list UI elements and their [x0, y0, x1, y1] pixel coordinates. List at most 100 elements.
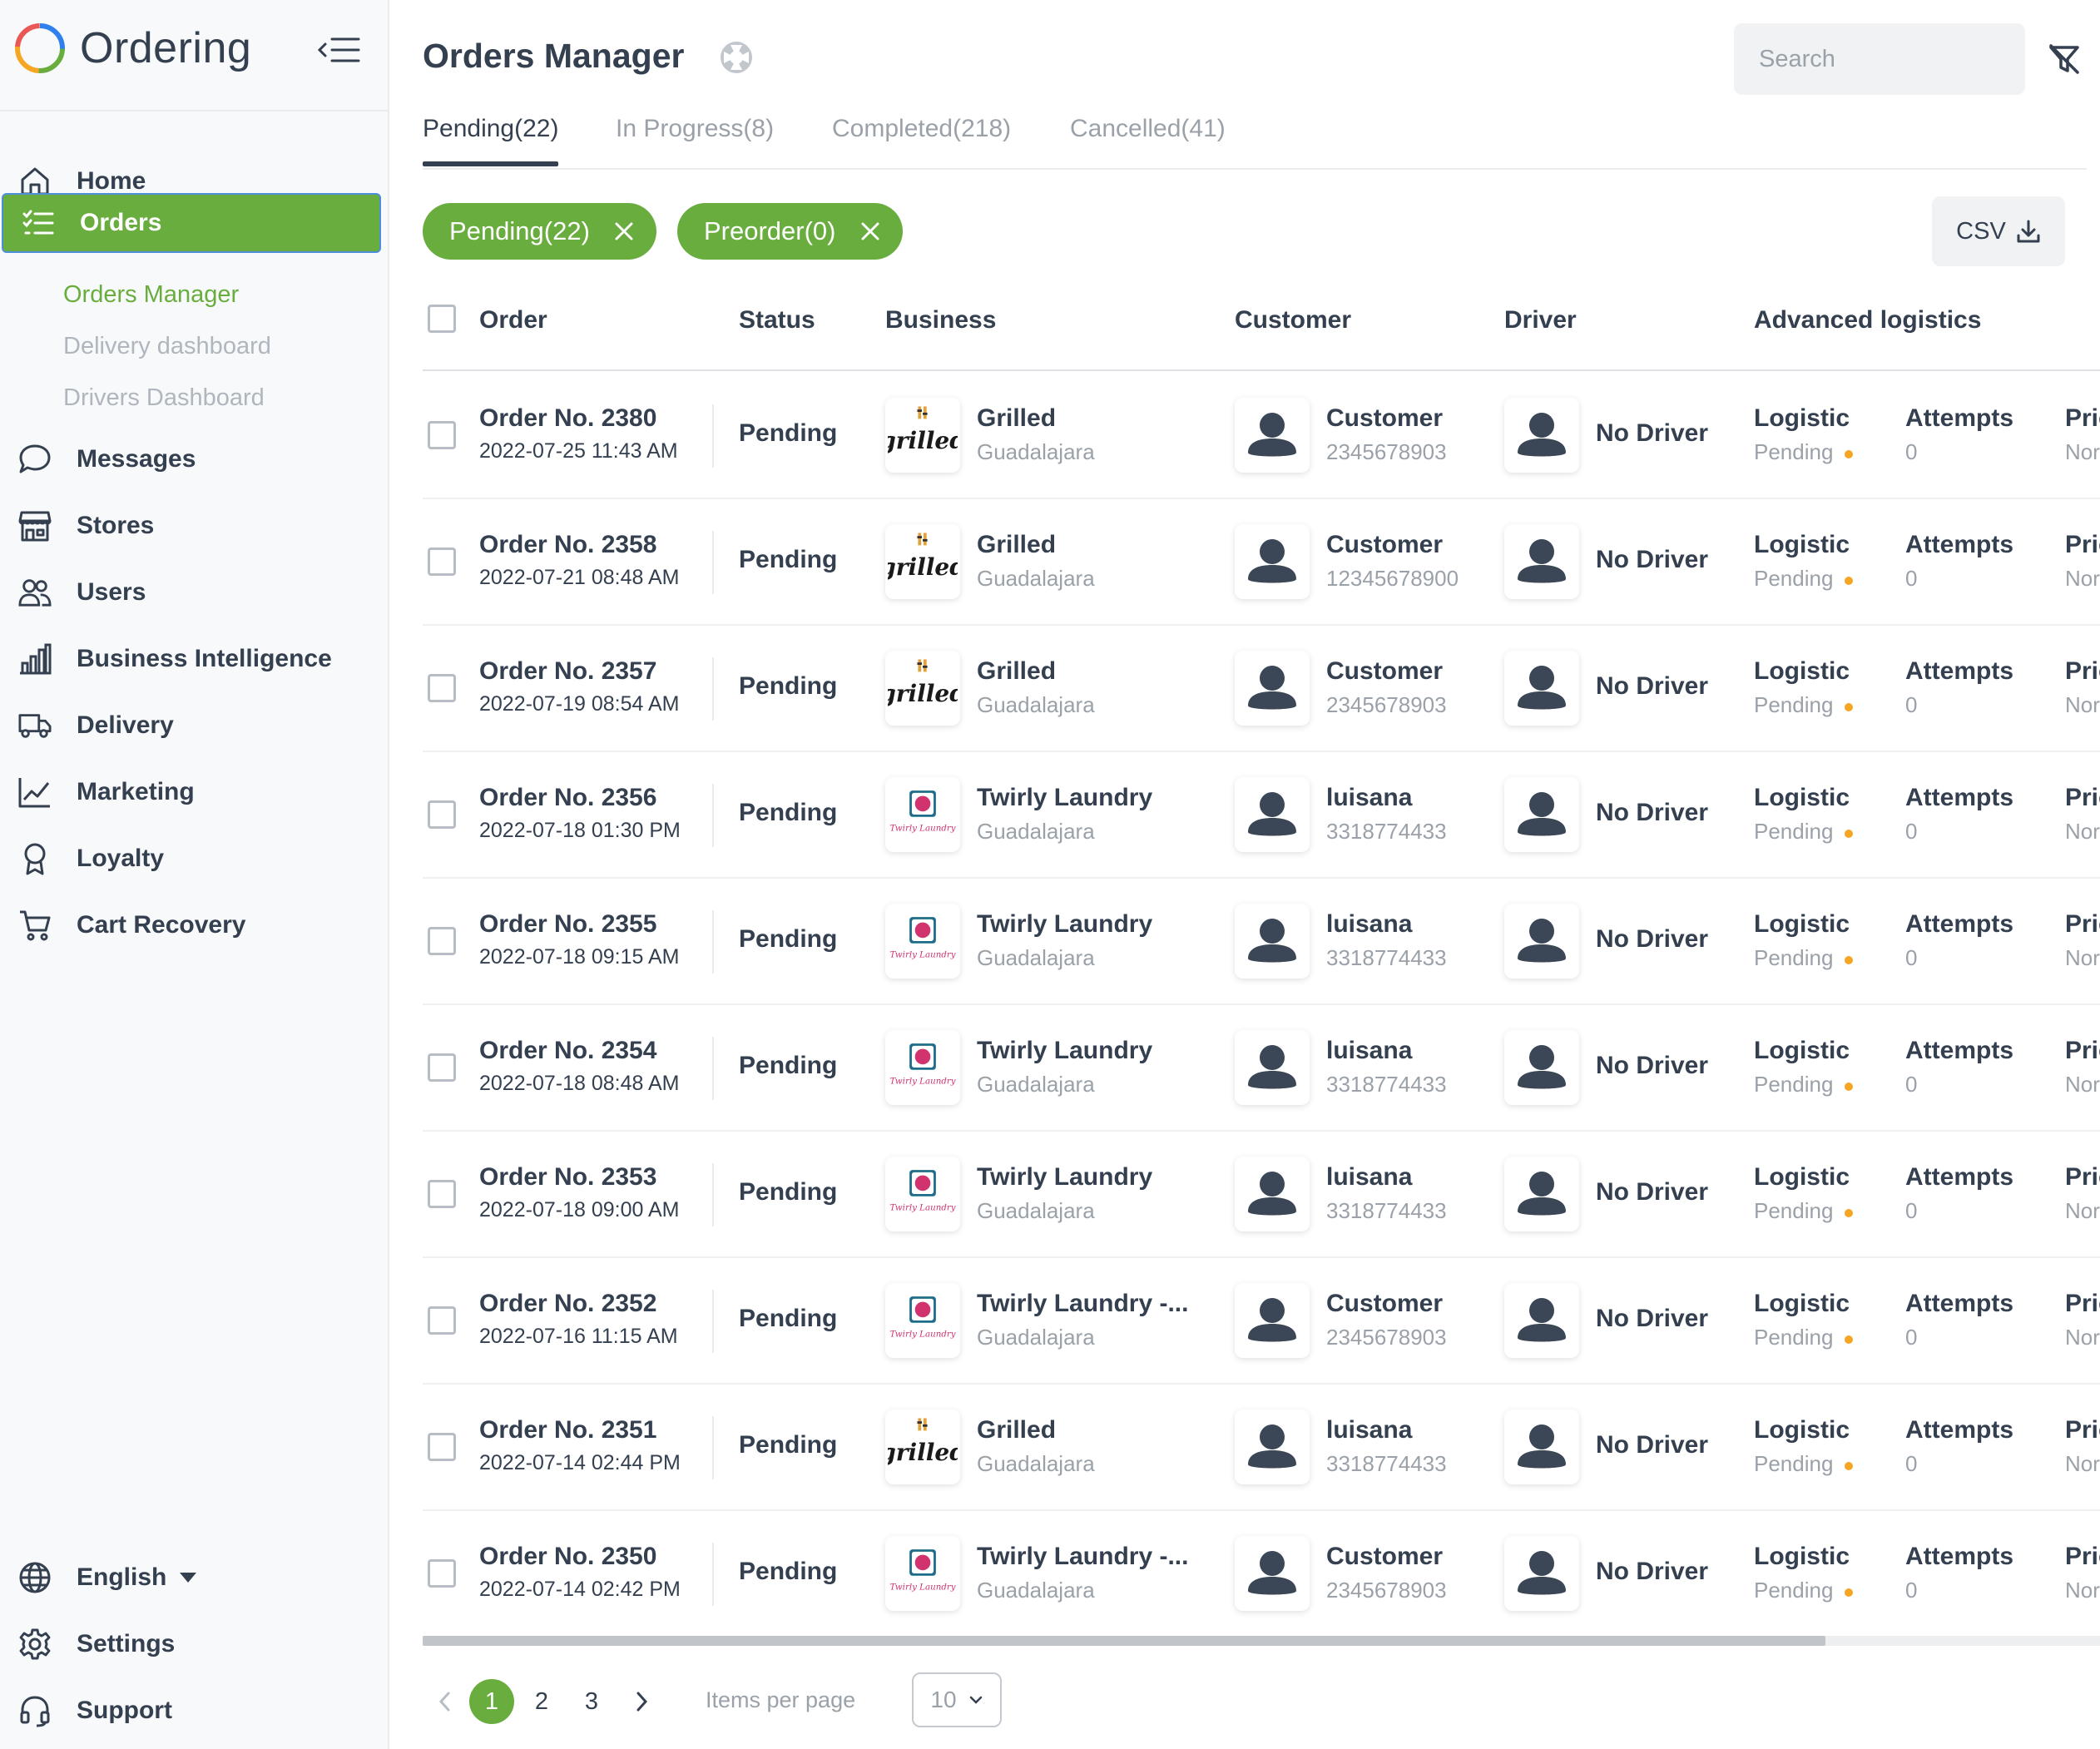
caret-down-icon — [180, 1573, 197, 1583]
chip-label: Pending(22) — [449, 216, 590, 245]
sidebar-item-stores[interactable]: Stores — [0, 499, 388, 552]
status-dot-icon — [1845, 576, 1854, 585]
column-divider — [712, 784, 714, 847]
lifebuoy-help-icon[interactable] — [719, 40, 754, 75]
sidebar-item-orders[interactable]: Orders — [2, 193, 381, 253]
column-header-business[interactable]: Business — [885, 306, 996, 334]
customer-name: luisana — [1326, 910, 1413, 938]
sidebar-item-messages[interactable]: Messages — [0, 433, 388, 486]
driver-avatar-icon — [1504, 651, 1579, 726]
tab-completed[interactable]: Completed(218) — [832, 111, 1011, 161]
priority-label: Priority — [2065, 1163, 2100, 1191]
column-header-order[interactable]: Order — [479, 306, 547, 334]
row-checkbox[interactable] — [428, 1433, 456, 1461]
table-row[interactable]: Order No. 2352 2022-07-16 11:15 AM Pending… — [423, 1258, 2100, 1385]
search-input[interactable] — [1759, 45, 2073, 73]
order-date: 2022-07-14 02:44 PM — [479, 1451, 681, 1474]
clear-filter-button[interactable] — [2045, 40, 2083, 78]
laundry-logo-icon: Twirly Laundry — [885, 1283, 960, 1358]
business-name: Grilled — [977, 531, 1057, 558]
next-page-button[interactable] — [619, 1679, 664, 1724]
sidebar-item-users[interactable]: Users — [0, 566, 388, 619]
sidebar-subitem-drivers-dashboard[interactable]: Drivers Dashboard — [63, 381, 265, 414]
customer-phone: 3318774433 — [1326, 819, 1447, 844]
order-status: Pending — [739, 1305, 838, 1332]
sidebar-item-delivery[interactable]: Delivery — [0, 699, 388, 752]
column-header-driver[interactable]: Driver — [1504, 306, 1577, 334]
sidebar-item-business-intelligence[interactable]: Business Intelligence — [0, 632, 388, 686]
filter-chip-preorder[interactable]: Preorder(0) — [677, 203, 903, 260]
table-row[interactable]: Order No. 2358 2022-07-21 08:48 AM Pending… — [423, 499, 2100, 626]
page-3-button[interactable]: 3 — [569, 1679, 614, 1724]
close-icon[interactable] — [859, 220, 881, 242]
sidebar-subitem-orders-manager[interactable]: Orders Manager — [63, 278, 239, 311]
sidebar-subitem-delivery-dashboard[interactable]: Delivery dashboard — [63, 329, 271, 363]
row-checkbox[interactable] — [428, 421, 456, 449]
select-all-checkbox[interactable] — [428, 305, 456, 333]
close-icon[interactable] — [613, 220, 635, 242]
column-header-customer[interactable]: Customer — [1235, 306, 1351, 334]
table-row[interactable]: Order No. 2356 2022-07-18 01:30 PM Pending… — [423, 752, 2100, 879]
table-row[interactable]: Order No. 2355 2022-07-18 09:15 AM Pending… — [423, 879, 2100, 1005]
sidebar-item-support[interactable]: Support — [0, 1684, 388, 1737]
tab-cancelled[interactable]: Cancelled(41) — [1070, 111, 1226, 161]
driver-name: No Driver — [1596, 672, 1709, 700]
business-name: Twirly Laundry — [977, 1037, 1153, 1064]
horizontal-scrollbar[interactable] — [423, 1636, 2100, 1646]
language-selector[interactable]: English — [0, 1551, 388, 1604]
customer-name: Customer — [1326, 1290, 1444, 1317]
sidebar-item-loyalty[interactable]: Loyalty — [0, 832, 388, 885]
attempts-label: Attempts — [1905, 1543, 2014, 1570]
svg-text:grilled: grilled — [888, 553, 958, 581]
customer-phone: 3318774433 — [1326, 945, 1447, 970]
row-checkbox[interactable] — [428, 1559, 456, 1588]
logistic-label: Logistic — [1754, 1163, 1850, 1191]
items-per-page-select[interactable]: 10 — [912, 1672, 1002, 1727]
table-row[interactable]: Order No. 2380 2022-07-25 11:43 AM Pending… — [423, 373, 2100, 499]
sidebar-item-cart-recovery[interactable]: Cart Recovery — [0, 899, 388, 952]
filter-chip-pending[interactable]: Pending(22) — [423, 203, 656, 260]
scrollbar-thumb[interactable] — [423, 1636, 1825, 1646]
customer-name: luisana — [1326, 1416, 1413, 1444]
business-city: Guadalajara — [977, 1325, 1095, 1350]
brand[interactable]: Ordering — [13, 17, 251, 80]
driver-avatar-icon — [1504, 1536, 1579, 1611]
customer-phone: 3318774433 — [1326, 1072, 1447, 1097]
collapse-sidebar-button[interactable] — [316, 32, 361, 68]
logistic-label: Logistic — [1754, 657, 1850, 685]
table-row[interactable]: Order No. 2350 2022-07-14 02:42 PM Pending… — [423, 1511, 2100, 1638]
row-checkbox[interactable] — [428, 1180, 456, 1208]
search-box — [1734, 23, 2073, 95]
page-2-button[interactable]: 2 — [519, 1679, 564, 1724]
table-row[interactable]: Order No. 2357 2022-07-19 08:54 AM Pending… — [423, 626, 2100, 752]
row-checkbox[interactable] — [428, 927, 456, 955]
sidebar-item-marketing[interactable]: Marketing — [0, 765, 388, 819]
column-divider — [712, 404, 714, 468]
business-city: Guadalajara — [977, 439, 1095, 464]
row-checkbox[interactable] — [428, 1053, 456, 1082]
business-city: Guadalajara — [977, 1198, 1095, 1223]
table-row[interactable]: Order No. 2354 2022-07-18 08:48 AM Pending… — [423, 1005, 2100, 1132]
order-status: Pending — [739, 1052, 838, 1079]
table-row[interactable]: Order No. 2353 2022-07-18 09:00 AM Pending… — [423, 1132, 2100, 1258]
page-1-button[interactable]: 1 — [469, 1679, 514, 1724]
column-header-advanced-logistics[interactable]: Advanced logistics — [1754, 306, 1981, 334]
table-row[interactable]: Order No. 2351 2022-07-14 02:44 PM Pending… — [423, 1385, 2100, 1511]
chat-icon — [18, 443, 52, 476]
column-divider — [712, 1037, 714, 1100]
row-checkbox[interactable] — [428, 1306, 456, 1335]
prev-page-button[interactable] — [423, 1679, 468, 1724]
sidebar-item-settings[interactable]: Settings — [0, 1618, 388, 1671]
row-checkbox[interactable] — [428, 547, 456, 576]
row-checkbox[interactable] — [428, 674, 456, 702]
tab-pending[interactable]: Pending(22) — [423, 111, 559, 166]
tab-in-progress[interactable]: In Progress(8) — [616, 111, 774, 161]
logistic-status-text: Pending — [1754, 945, 1834, 970]
column-header-status[interactable]: Status — [739, 306, 815, 334]
logistic-status: Pending — [1754, 1198, 1854, 1224]
csv-export-button[interactable]: CSV — [1932, 196, 2065, 266]
status-dot-icon — [1845, 1588, 1854, 1597]
priority-value: Normal — [2065, 1198, 2100, 1223]
driver-avatar-icon — [1504, 904, 1579, 979]
row-checkbox[interactable] — [428, 800, 456, 829]
